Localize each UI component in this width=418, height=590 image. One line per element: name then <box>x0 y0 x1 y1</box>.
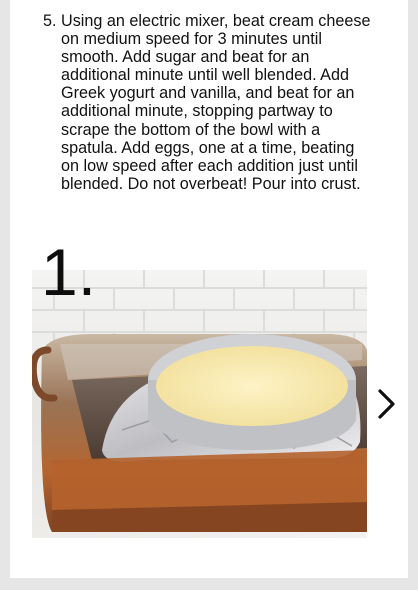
step-instruction: 5. Using an electric mixer, beat cream c… <box>43 12 373 193</box>
step-body-text: Using an electric mixer, beat cream chee… <box>61 12 371 193</box>
chevron-right-icon <box>378 389 395 419</box>
step-number: 5. <box>43 12 57 30</box>
next-slide-button[interactable] <box>372 386 400 422</box>
slide-index: 1. <box>41 235 97 309</box>
